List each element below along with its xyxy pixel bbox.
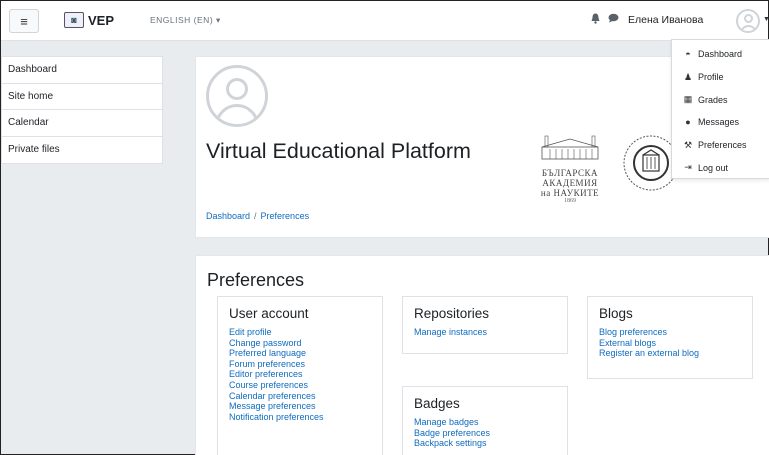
blogs-heading: Blogs (599, 306, 633, 321)
drawer-toggle-button[interactable]: ≡ (9, 9, 39, 33)
course-preferences-link[interactable]: Course preferences (229, 380, 371, 391)
forum-preferences-link[interactable]: Forum preferences (229, 359, 371, 370)
breadcrumb-item-dashboard[interactable]: Dashboard (206, 211, 250, 221)
blog-preferences-link[interactable]: Blog preferences (599, 327, 741, 338)
change-password-link[interactable]: Change password (229, 338, 371, 349)
user-account-section: User account Edit profile Change passwor… (217, 296, 383, 455)
blogs-section: Blogs Blog preferences External blogs Re… (587, 296, 753, 379)
message-icon[interactable] (608, 13, 619, 26)
language-menu[interactable]: ENGLISH (EN) ▾ (150, 15, 221, 26)
preferences-title: Preferences (207, 270, 305, 290)
menu-item-dashboard[interactable]: ◓ Dashboard (672, 43, 769, 66)
backpack-settings-link[interactable]: Backpack settings (414, 438, 556, 449)
wrench-icon: ⚒ (683, 139, 693, 150)
menu-icon: ≡ (20, 13, 28, 29)
preferred-language-link[interactable]: Preferred language (229, 348, 371, 359)
manage-instances-link[interactable]: Manage instances (414, 327, 556, 338)
menu-item-log-out[interactable]: ⇥ Log out (672, 156, 769, 179)
avatar[interactable] (736, 9, 760, 33)
message-icon: ● (685, 117, 691, 128)
menu-item-label: Dashboard (698, 49, 743, 60)
academy-line-2: АКАДЕМИЯ (542, 178, 598, 188)
user-account-heading: User account (229, 306, 309, 321)
logout-icon: ⇥ (684, 162, 692, 173)
breadcrumb-item-preferences[interactable]: Preferences (261, 211, 310, 221)
user-icon: ♟ (683, 71, 693, 82)
menu-item-label: Grades (698, 94, 728, 105)
page-title: Virtual Educational Platform (206, 139, 471, 163)
academy-line-1: БЪЛГАРСКА (541, 168, 599, 178)
manage-badges-link[interactable]: Manage badges (414, 417, 556, 428)
profile-avatar (206, 65, 268, 127)
academy-line-3: на НАУКИТЕ (540, 188, 600, 198)
editor-preferences-link[interactable]: Editor preferences (229, 369, 371, 380)
brand-name: VEP (88, 12, 115, 28)
badges-section: Badges Manage badges Badge preferences B… (402, 386, 568, 455)
user-name[interactable]: Елена Иванова (628, 14, 703, 26)
drawer-item-private-files[interactable]: Private files (2, 137, 162, 164)
menu-item-messages[interactable]: ● Messages (672, 111, 769, 134)
menu-item-preferences[interactable]: ⚒ Preferences (672, 134, 769, 157)
badges-heading: Badges (414, 396, 460, 411)
menu-item-grades[interactable]: ▦ Grades (672, 88, 769, 111)
menu-item-profile[interactable]: ♟ Profile (672, 66, 769, 89)
notification-preferences-link[interactable]: Notification preferences (229, 412, 371, 423)
chevron-down-icon[interactable]: ▼ (763, 16, 769, 23)
breadcrumb: Dashboard / Preferences (206, 211, 310, 221)
edit-profile-link[interactable]: Edit profile (229, 327, 371, 338)
building-icon (541, 135, 599, 160)
academy-logo: БЪЛГАРСКА АКАДЕМИЯ на НАУКИТЕ 1869 (529, 135, 611, 204)
repositories-heading: Repositories (414, 306, 490, 321)
external-blogs-link[interactable]: External blogs (599, 338, 741, 349)
drawer-item-dashboard[interactable]: Dashboard (2, 57, 162, 84)
academy-year: 1869 (564, 198, 576, 204)
register-external-blog-link[interactable]: Register an external blog (599, 348, 741, 359)
top-navbar: ≡ ◙ VEP ENGLISH (EN) ▾ Елена Иванова ▼ (1, 1, 769, 41)
brand-logo: ◙ (64, 12, 84, 28)
drawer-item-site-home[interactable]: Site home (2, 84, 162, 110)
brand[interactable]: ◙ VEP (64, 12, 114, 28)
badge-preferences-link[interactable]: Badge preferences (414, 428, 556, 439)
menu-item-label: Messages (698, 117, 740, 128)
nav-drawer: Dashboard Site home Calendar Private fil… (1, 56, 163, 164)
menu-item-label: Profile (698, 72, 724, 83)
menu-item-label: Preferences (698, 140, 747, 151)
dashboard-icon: ◓ (685, 49, 691, 60)
message-preferences-link[interactable]: Message preferences (229, 401, 371, 412)
user-menu-dropdown: ◓ Dashboard ♟ Profile ▦ Grades ● Message… (671, 39, 769, 179)
calendar-preferences-link[interactable]: Calendar preferences (229, 391, 371, 402)
bell-icon[interactable] (591, 13, 600, 27)
menu-item-label: Log out (698, 162, 729, 173)
preferences-card: Preferences User account Edit profile Ch… (195, 255, 769, 455)
repositories-section: Repositories Manage instances (402, 296, 568, 354)
drawer-item-calendar[interactable]: Calendar (2, 110, 162, 137)
table-icon: ▦ (683, 94, 693, 105)
